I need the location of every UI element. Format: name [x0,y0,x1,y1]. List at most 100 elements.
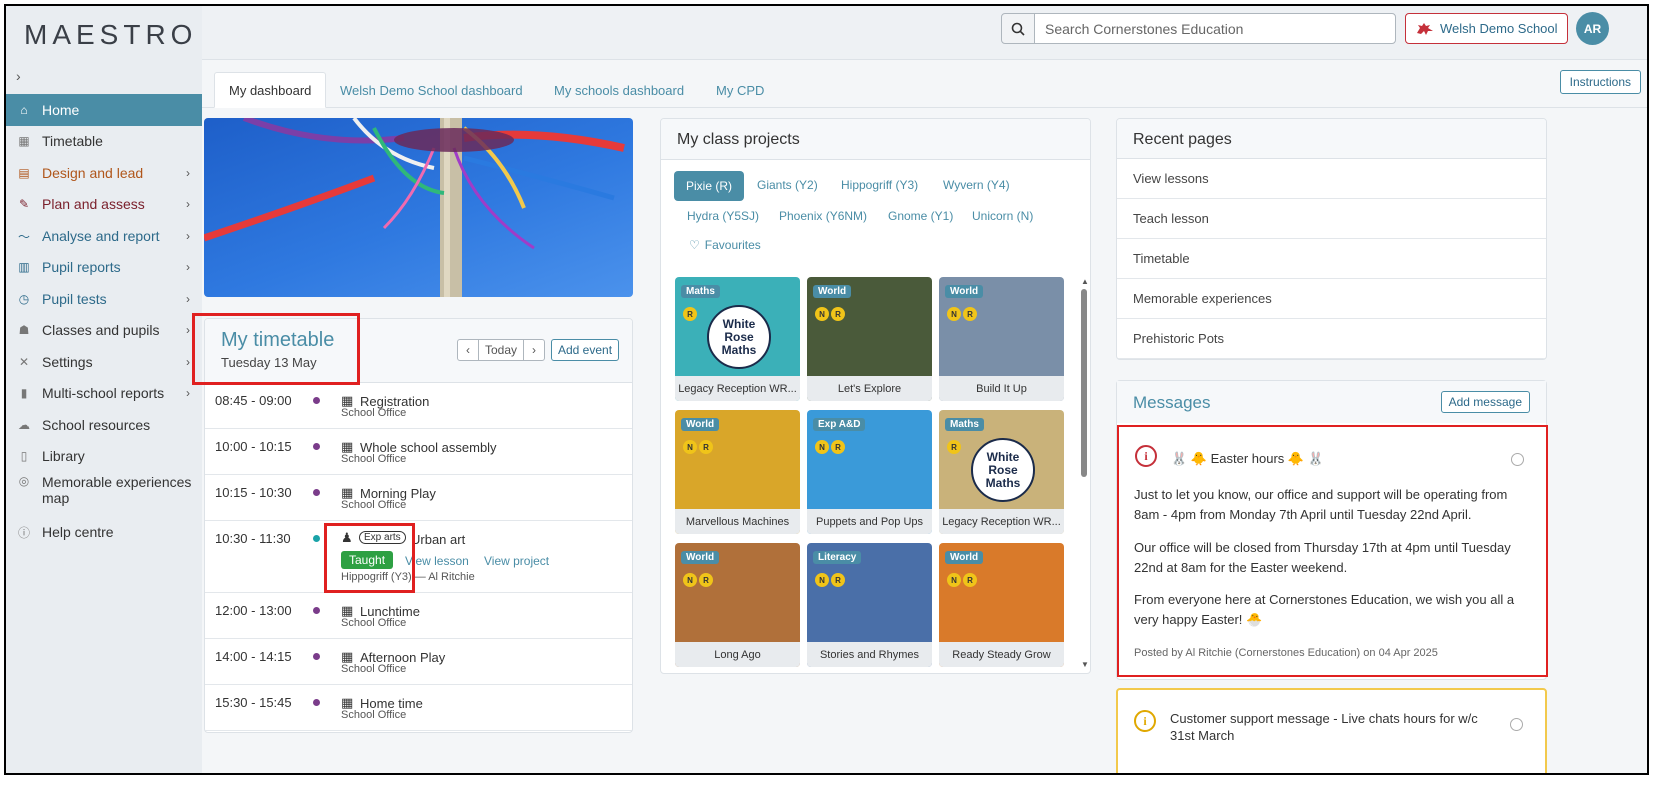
message-title: 🐰 🐥 Easter hours 🐥 🐰 [1171,451,1324,466]
projects-scrollbar[interactable]: ▲ ▼ [1081,277,1089,669]
logo-text: Rose [988,462,1018,477]
scroll-thumb[interactable] [1081,289,1087,477]
scroll-down-icon[interactable]: ▼ [1081,660,1089,669]
bar-chart-icon: ▮ [20,386,28,400]
stage-badge: R [699,440,713,454]
tab-welsh-demo-school-dashboard[interactable]: Welsh Demo School dashboard [326,72,537,108]
class-tab[interactable]: Pixie (R) [674,171,745,201]
timetable-row[interactable]: 10:15 - 10:30 ▦ Morning Play School Office [205,475,632,521]
project-card[interactable]: World N R Ready Steady Grow [939,543,1064,667]
sidebar-item-pupil-tests[interactable]: ◷ Pupil tests › [6,283,202,315]
timetable-row[interactable]: 15:30 - 15:45 ▦ Home time School Office [205,685,632,731]
class-tab[interactable]: Hippogriff (Y3) [829,171,930,199]
sidebar-item-school-resources[interactable]: ☁ School resources [6,409,202,441]
tab-my-dashboard[interactable]: My dashboard [214,72,327,108]
search-button[interactable] [1001,13,1035,44]
chevron-right-icon: › [186,229,190,243]
avatar[interactable]: AR [1576,12,1609,45]
chevron-left-icon: ‹ [466,343,470,357]
instructions-button[interactable]: Instructions [1559,70,1641,94]
sidebar-item-classes-and-pupils[interactable]: ☗ Classes and pupils › [6,314,202,346]
tab-my-cpd[interactable]: My CPD [702,72,778,108]
today-button[interactable]: Today [478,339,524,361]
favourites-tab[interactable]: ♡ Favourites [677,231,773,259]
add-event-button[interactable]: Add event [551,339,620,361]
school-switcher-button[interactable]: Welsh Demo School [1405,13,1568,44]
class-tab[interactable]: Giants (Y2) [745,171,830,199]
recent-page-link[interactable]: View lessons [1117,159,1546,199]
project-card[interactable]: Exp A&D N R Puppets and Pop Ups [807,410,932,534]
class-tab[interactable]: Wyvern (Y4) [931,171,1022,199]
maestro-logo[interactable]: MAESTRO [24,19,197,51]
sidebar-item-pupil-reports[interactable]: ▥ Pupil reports › [6,251,202,283]
recent-page-link[interactable]: Timetable [1117,239,1546,279]
search-input[interactable] [1034,13,1396,44]
logo-text: Rose [724,329,754,344]
event-location: School Office [341,709,407,721]
add-message-button[interactable]: Add message [1440,391,1530,413]
sidebar-item-design-and-lead[interactable]: ▤ Design and lead › [6,157,202,189]
sidebar-item-memorable-experiences-map[interactable]: ◎ Memorable experiences map [6,471,202,511]
project-card[interactable]: Maths R White Rose Maths Legacy Reception WR.… [675,277,800,401]
sidebar-item-analyse-and-report[interactable]: 〜 Analyse and report › [6,220,202,252]
project-card[interactable]: World N R Build It Up [939,277,1064,401]
stage-badge: R [699,573,713,587]
dismiss-radio[interactable] [1510,718,1523,731]
info-icon: i [1135,445,1157,467]
urban-art-highlight [324,523,415,593]
project-card[interactable]: Maths R White Rose Maths Legacy Reception WR.… [939,410,1064,534]
time-range: 15:30 - 15:45 [215,695,292,710]
timetable-row[interactable]: 10:30 - 11:30 ♟ Exp arts Urban art Taught Vie… [205,521,632,593]
logo-text: Maths [721,342,757,357]
chevron-right-icon: › [186,386,190,400]
stage-badge: N [683,573,697,587]
timetable-row[interactable]: 10:00 - 10:15 ▦ Whole school assembly Schoo… [205,429,632,475]
sidebar-item-home[interactable]: ⌂ Home [6,94,202,126]
timetable-row[interactable]: 14:00 - 14:15 ▦ Afternoon Play School Offic… [205,639,632,685]
scroll-up-icon[interactable]: ▲ [1081,277,1089,286]
recent-page-link[interactable]: Prehistoric Pots [1117,319,1546,359]
view-project-link[interactable]: View project [484,554,549,568]
sidebar-item-multi-school-reports[interactable]: ▮ Multi-school reports › [6,377,202,409]
stage-badge: R [683,307,697,321]
dismiss-radio[interactable] [1511,453,1524,466]
expand-sidebar-icon[interactable]: › [16,68,21,84]
subject-tag: World [945,551,984,564]
prev-day-button[interactable]: ‹ [457,339,479,361]
sidebar-item-plan-and-assess[interactable]: ✎ Plan and assess › [6,188,202,220]
timetable-row[interactable]: 12:00 - 13:00 ▦ Lunchtime School Office [205,593,632,639]
lesson-name: Urban art [411,532,466,547]
sidebar-item-help-centre[interactable]: ⓘ Help centre [6,516,202,548]
class-tab[interactable]: Unicorn (N) [960,202,1045,230]
white-rose-maths-logo: White Rose Maths [707,305,771,369]
stage-badge: N [947,307,961,321]
recent-pages-title: Recent pages [1133,131,1232,148]
recent-page-link[interactable]: Memorable experiences [1117,279,1546,319]
home-icon: ⌂ [20,103,28,117]
event-location: School Office [341,453,407,465]
project-card[interactable]: World N R Marvellous Machines [675,410,800,534]
sidebar-item-label: Plan and assess [42,196,145,212]
sidebar-item-label: School resources [42,417,151,433]
favourites-label: Favourites [704,238,761,252]
sidebar-item-timetable[interactable]: ▦ Timetable [6,125,202,157]
recent-page-link[interactable]: Teach lesson [1117,199,1546,239]
class-tab[interactable]: Gnome (Y1) [876,202,965,230]
stopwatch-icon: ◷ [18,292,30,306]
chevron-right-icon: › [186,323,190,337]
timetable-row[interactable]: 08:45 - 09:00 ▦ Registration School Office [205,383,632,429]
project-card[interactable]: Literacy N R Stories and Rhymes [807,543,932,667]
project-card[interactable]: World N R Let's Explore [807,277,932,401]
class-tab[interactable]: Phoenix (Y6NM) [767,202,879,230]
project-card[interactable]: World N R Long Ago [675,543,800,667]
tab-my-schools-dashboard[interactable]: My schools dashboard [540,72,698,108]
sidebar-item-library[interactable]: ▯ Library [6,440,202,472]
next-day-button[interactable]: › [523,339,545,361]
logo-text: White [722,316,756,331]
subject-tag: World [945,285,984,298]
sidebar-item-settings[interactable]: ✕ Settings › [6,346,202,378]
sidebar-item-label: Classes and pupils [42,322,160,338]
class-tab[interactable]: Hydra (Y5SJ) [675,202,771,230]
event-location: School Office [341,617,407,629]
compass-icon: ◎ [18,474,30,488]
